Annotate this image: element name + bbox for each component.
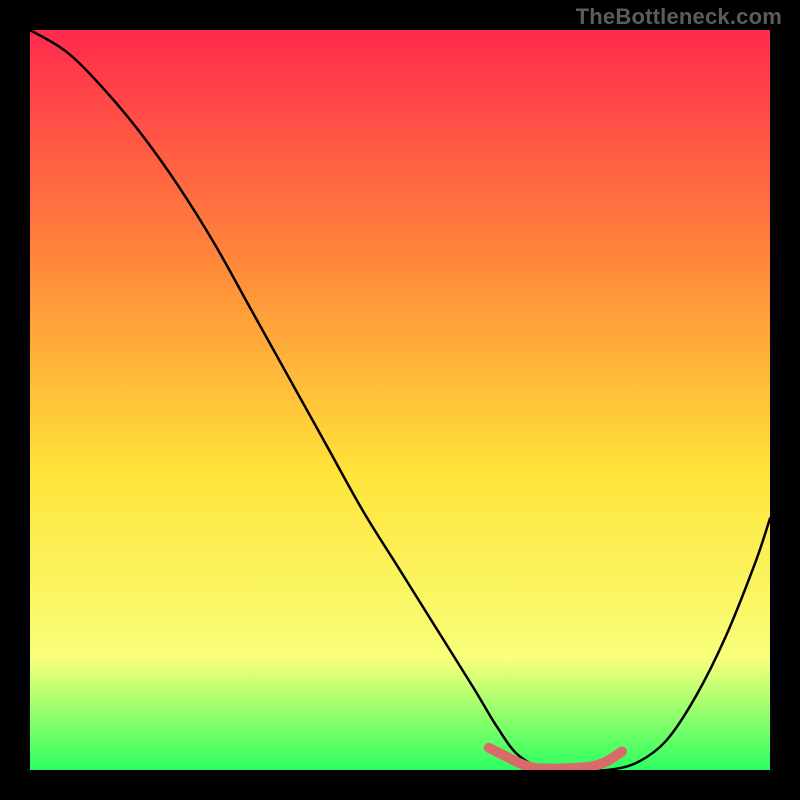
chart-container: TheBottleneck.com bbox=[0, 0, 800, 800]
plot-area bbox=[30, 30, 770, 770]
chart-svg bbox=[30, 30, 770, 770]
watermark-text: TheBottleneck.com bbox=[576, 4, 782, 30]
gradient-background bbox=[30, 30, 770, 770]
